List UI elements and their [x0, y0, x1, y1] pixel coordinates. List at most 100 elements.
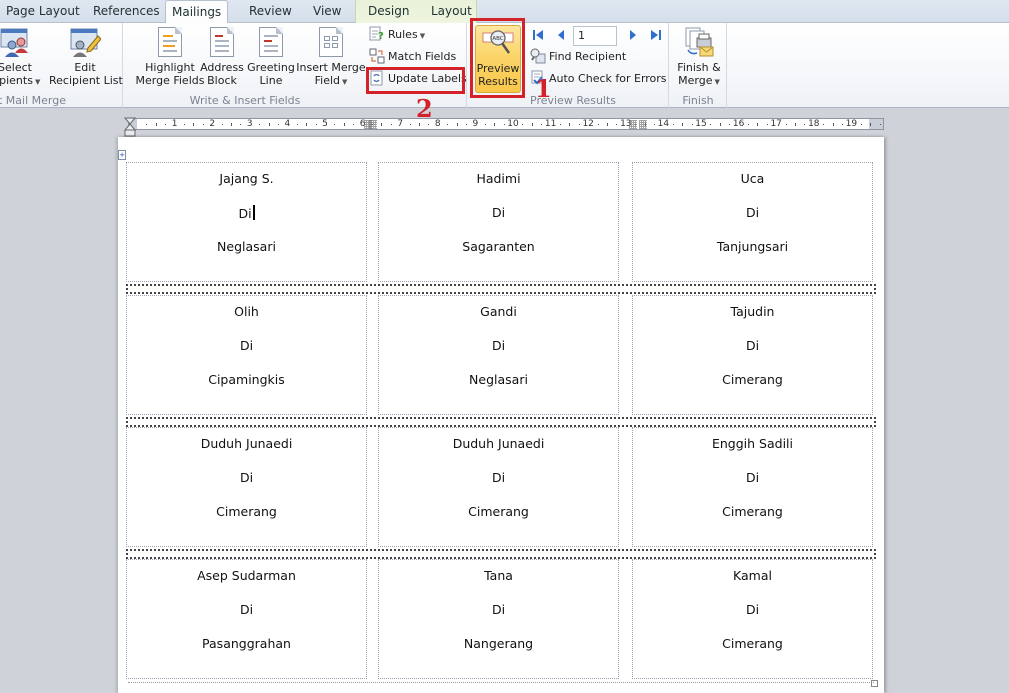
- label-place: Cimerang: [633, 372, 872, 388]
- label-place: Neglasari: [379, 372, 618, 388]
- edit-recipient-list-button[interactable]: Edit Recipient List: [49, 26, 123, 87]
- ruler-dot: [240, 124, 242, 125]
- match-fields-label: Match Fields: [388, 50, 457, 63]
- previous-record-button[interactable]: [555, 29, 567, 41]
- label-cell[interactable]: Asep Sudarman Di Pasanggrahan: [126, 559, 367, 679]
- label-name: Uca: [633, 171, 872, 187]
- select-recipients-line1: Select: [0, 61, 32, 74]
- label-cell[interactable]: Enggih Sadili Di Cimerang: [632, 427, 873, 547]
- column-marker[interactable]: [639, 120, 647, 129]
- label-row: Jajang S. Di Neglasari Hadimi Di Sagaranten Uc…: [126, 162, 876, 282]
- first-record-button[interactable]: [532, 29, 544, 41]
- label-place: Nangerang: [379, 636, 618, 652]
- table-resize-handle[interactable]: [871, 680, 878, 687]
- insert-merge-field-button[interactable]: Insert Merge Field ▼: [296, 26, 366, 89]
- group-label-start-mail-merge: t Mail Merge: [0, 94, 66, 107]
- label-cell[interactable]: Gandi Di Neglasari: [378, 295, 619, 415]
- highlight-merge-fields-button[interactable]: Highlight Merge Fields: [130, 26, 210, 87]
- ruler-tick: [231, 123, 232, 126]
- label-name: Tana: [379, 568, 618, 584]
- first-record-icon: [533, 30, 543, 40]
- label-cell[interactable]: Duduh Junaedi Di Cimerang: [378, 427, 619, 547]
- select-recipients-button[interactable]: Select cipients▼: [0, 26, 40, 89]
- rules-icon: ?: [369, 26, 385, 42]
- label-place: Tanjungsari: [633, 239, 872, 255]
- label-row: Duduh Junaedi Di Cimerang Duduh Junaedi Di Ci…: [126, 427, 876, 547]
- label-place: Cimerang: [127, 504, 366, 520]
- ruler-number: 3: [246, 119, 253, 129]
- match-fields-icon: [369, 48, 385, 64]
- highlight-line1: Highlight: [145, 61, 195, 74]
- label-row-gap: [126, 417, 876, 427]
- label-cell[interactable]: Hadimi Di Sagaranten: [378, 162, 619, 282]
- label-di-text: Di: [238, 206, 252, 221]
- find-recipient-label: Find Recipient: [549, 50, 627, 63]
- label-di-text: Di: [745, 470, 760, 485]
- label-cell[interactable]: Olih Di Cipamingkis: [126, 295, 367, 415]
- tab-mailings[interactable]: Mailings: [165, 0, 229, 24]
- ruler-dot: [541, 124, 543, 125]
- ruler-tick: [193, 123, 195, 126]
- last-record-button[interactable]: [650, 29, 662, 41]
- indent-marker[interactable]: [123, 115, 137, 137]
- ruler-dot: [860, 124, 862, 125]
- label-di-text: Di: [745, 338, 760, 353]
- column-marker[interactable]: [629, 120, 637, 129]
- people-list-icon: [0, 26, 31, 58]
- ruler-dot: [334, 124, 336, 125]
- label-place-text: Cimerang: [216, 504, 277, 519]
- label-cell[interactable]: Jajang S. Di Neglasari: [126, 162, 367, 282]
- next-record-button[interactable]: [627, 29, 639, 41]
- ruler-dot: [259, 124, 261, 125]
- tab-view[interactable]: View: [307, 0, 347, 23]
- ruler-number: 1: [171, 119, 178, 129]
- label-cell[interactable]: Duduh Junaedi Di Cimerang: [126, 427, 367, 547]
- label-preposition: Di: [127, 602, 366, 618]
- label-place-text: Cimerang: [722, 504, 783, 519]
- ruler-dot: [691, 124, 693, 125]
- label-di-text: Di: [745, 602, 760, 617]
- ruler-number: 15: [695, 119, 707, 129]
- ruler-number: 18: [808, 119, 820, 129]
- greeting-line-line2: Line: [259, 74, 283, 87]
- address-block-icon: [206, 26, 238, 58]
- previous-record-icon: [558, 30, 564, 40]
- tab-page-layout[interactable]: Page Layout: [0, 0, 86, 23]
- label-name: Duduh Junaedi: [379, 436, 618, 452]
- ruler-dot: [616, 124, 618, 125]
- finish-merge-button[interactable]: Finish & Merge ▼: [674, 26, 724, 89]
- ruler-tick: [306, 123, 308, 126]
- rules-button[interactable]: ? Rules ▼: [369, 26, 425, 44]
- ruler-number: 7: [397, 119, 404, 129]
- annotation-step-1: 1: [535, 74, 552, 103]
- tab-review[interactable]: Review: [243, 0, 298, 23]
- label-cell[interactable]: Kamal Di Cimerang: [632, 559, 873, 679]
- record-number-input[interactable]: 1: [573, 26, 617, 46]
- table-move-handle-icon[interactable]: +: [118, 150, 126, 160]
- next-record-icon: [630, 30, 636, 40]
- ruler-dot: [879, 124, 881, 125]
- ruler-dot: [578, 124, 580, 125]
- address-block-button[interactable]: Address Block: [200, 26, 244, 87]
- ruler-number: 12: [582, 119, 594, 129]
- label-place-text: Neglasari: [469, 372, 528, 387]
- ruler-dot: [766, 124, 768, 125]
- column-marker[interactable]: [369, 120, 377, 129]
- address-block-line1: Address: [200, 61, 244, 74]
- tab-references[interactable]: References: [87, 0, 166, 23]
- label-row-gap: [126, 284, 876, 294]
- ruler-dot: [785, 124, 787, 125]
- label-cell[interactable]: Uca Di Tanjungsari: [632, 162, 873, 282]
- ruler-number: 2: [209, 119, 216, 129]
- label-cell[interactable]: Tana Di Nangerang: [378, 559, 619, 679]
- group-label-write-insert-fields: Write & Insert Fields: [189, 94, 301, 107]
- insert-merge-field-line1: Insert Merge: [296, 61, 366, 74]
- tab-design[interactable]: Design: [362, 0, 415, 23]
- match-fields-button[interactable]: Match Fields: [369, 48, 456, 66]
- horizontal-ruler[interactable]: 1 2 3 4 5 6 7 8 9 10 11 12 13 14 15 16 17 18 19: [128, 118, 884, 130]
- greeting-line-button[interactable]: Greeting Line: [246, 26, 296, 87]
- ruler-dot: [428, 124, 430, 125]
- find-recipient-button[interactable]: Find Recipient: [530, 48, 626, 66]
- label-cell[interactable]: Tajudin Di Cimerang: [632, 295, 873, 415]
- label-place: Cipamingkis: [127, 372, 366, 388]
